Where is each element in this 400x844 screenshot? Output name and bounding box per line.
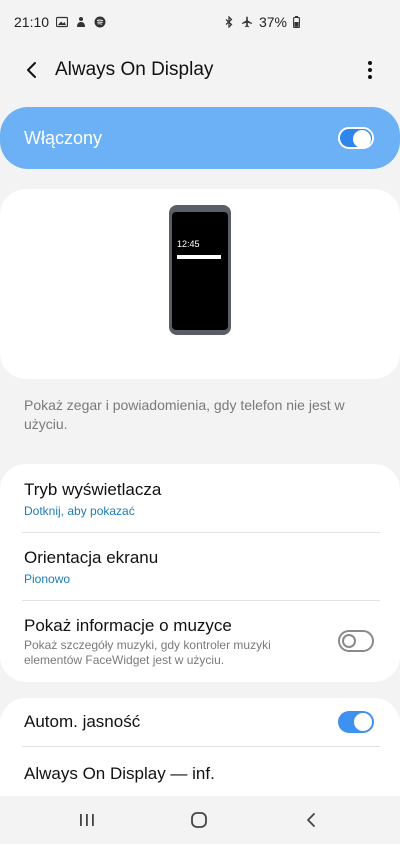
toggle-knob <box>354 713 372 731</box>
status-bar: 21:10 37% <box>0 0 400 44</box>
phone-preview: 12:45 <box>169 205 231 335</box>
master-toggle[interactable] <box>338 127 374 149</box>
master-switch-label: Włączony <box>24 127 103 148</box>
setting-title: Autom. jasność <box>24 712 141 731</box>
recents-icon <box>80 814 94 826</box>
nav-back-button[interactable] <box>291 800 331 840</box>
battery-icon <box>293 16 300 28</box>
setting-subtitle: Pionowo <box>24 572 71 586</box>
more-options-button[interactable] <box>358 56 382 84</box>
preview-card: 12:45 <box>0 189 400 379</box>
toggle-knob <box>342 634 356 648</box>
setting-aod-info[interactable]: Always On Display — inf. <box>24 764 380 784</box>
setting-subtitle: Dotknij, aby pokazać <box>24 504 135 518</box>
back-button[interactable] <box>18 56 46 84</box>
preview-clock: 12:45 <box>177 239 200 249</box>
page-title: Always On Display <box>55 59 214 80</box>
settings-card-2: Autom. jasność Always On Display — inf. <box>0 698 400 798</box>
airplane-icon <box>241 16 253 28</box>
music-info-toggle[interactable] <box>338 630 374 652</box>
home-button[interactable] <box>179 800 219 840</box>
chevron-left-icon <box>27 62 36 78</box>
divider <box>22 600 380 601</box>
more-vert-icon <box>368 61 372 79</box>
notification-icon <box>75 16 87 28</box>
setting-screen-orientation[interactable]: Orientacja ekranu Pionowo <box>24 548 380 586</box>
app-bar: Always On Display <box>0 44 400 96</box>
master-switch-card[interactable]: Włączony <box>0 107 400 169</box>
navigation-bar <box>0 796 400 844</box>
setting-display-mode[interactable]: Tryb wyświetlacza Dotknij, aby pokazać <box>24 480 380 518</box>
spotify-icon <box>94 16 106 28</box>
setting-title: Pokaż informacje o muzyce <box>24 616 232 635</box>
settings-card: Tryb wyświetlacza Dotknij, aby pokazać O… <box>0 464 400 682</box>
home-icon <box>191 812 207 828</box>
description-text: Pokaż zegar i powiadomienia, gdy telefon… <box>24 397 345 432</box>
auto-brightness-toggle[interactable] <box>338 711 374 733</box>
setting-auto-brightness[interactable]: Autom. jasność <box>24 712 380 732</box>
phone-screen: 12:45 <box>172 212 228 330</box>
divider <box>22 746 380 747</box>
setting-subtitle: Pokaż szczegóły muzyki, gdy kontroler mu… <box>24 638 271 667</box>
setting-music-info[interactable]: Pokaż informacje o muzyce Pokaż szczegół… <box>24 616 380 668</box>
status-time: 21:10 <box>14 14 50 30</box>
toggle-knob <box>353 130 371 148</box>
divider <box>22 532 380 533</box>
preview-bar <box>177 255 221 259</box>
setting-title: Orientacja ekranu <box>24 548 159 567</box>
recents-button[interactable] <box>67 800 107 840</box>
setting-title: Always On Display — inf. <box>24 764 215 783</box>
setting-title: Tryb wyświetlacza <box>24 480 162 499</box>
image-icon <box>56 16 69 28</box>
battery-percent: 37% <box>258 14 287 30</box>
back-icon <box>307 813 315 827</box>
bluetooth-icon <box>223 16 235 28</box>
